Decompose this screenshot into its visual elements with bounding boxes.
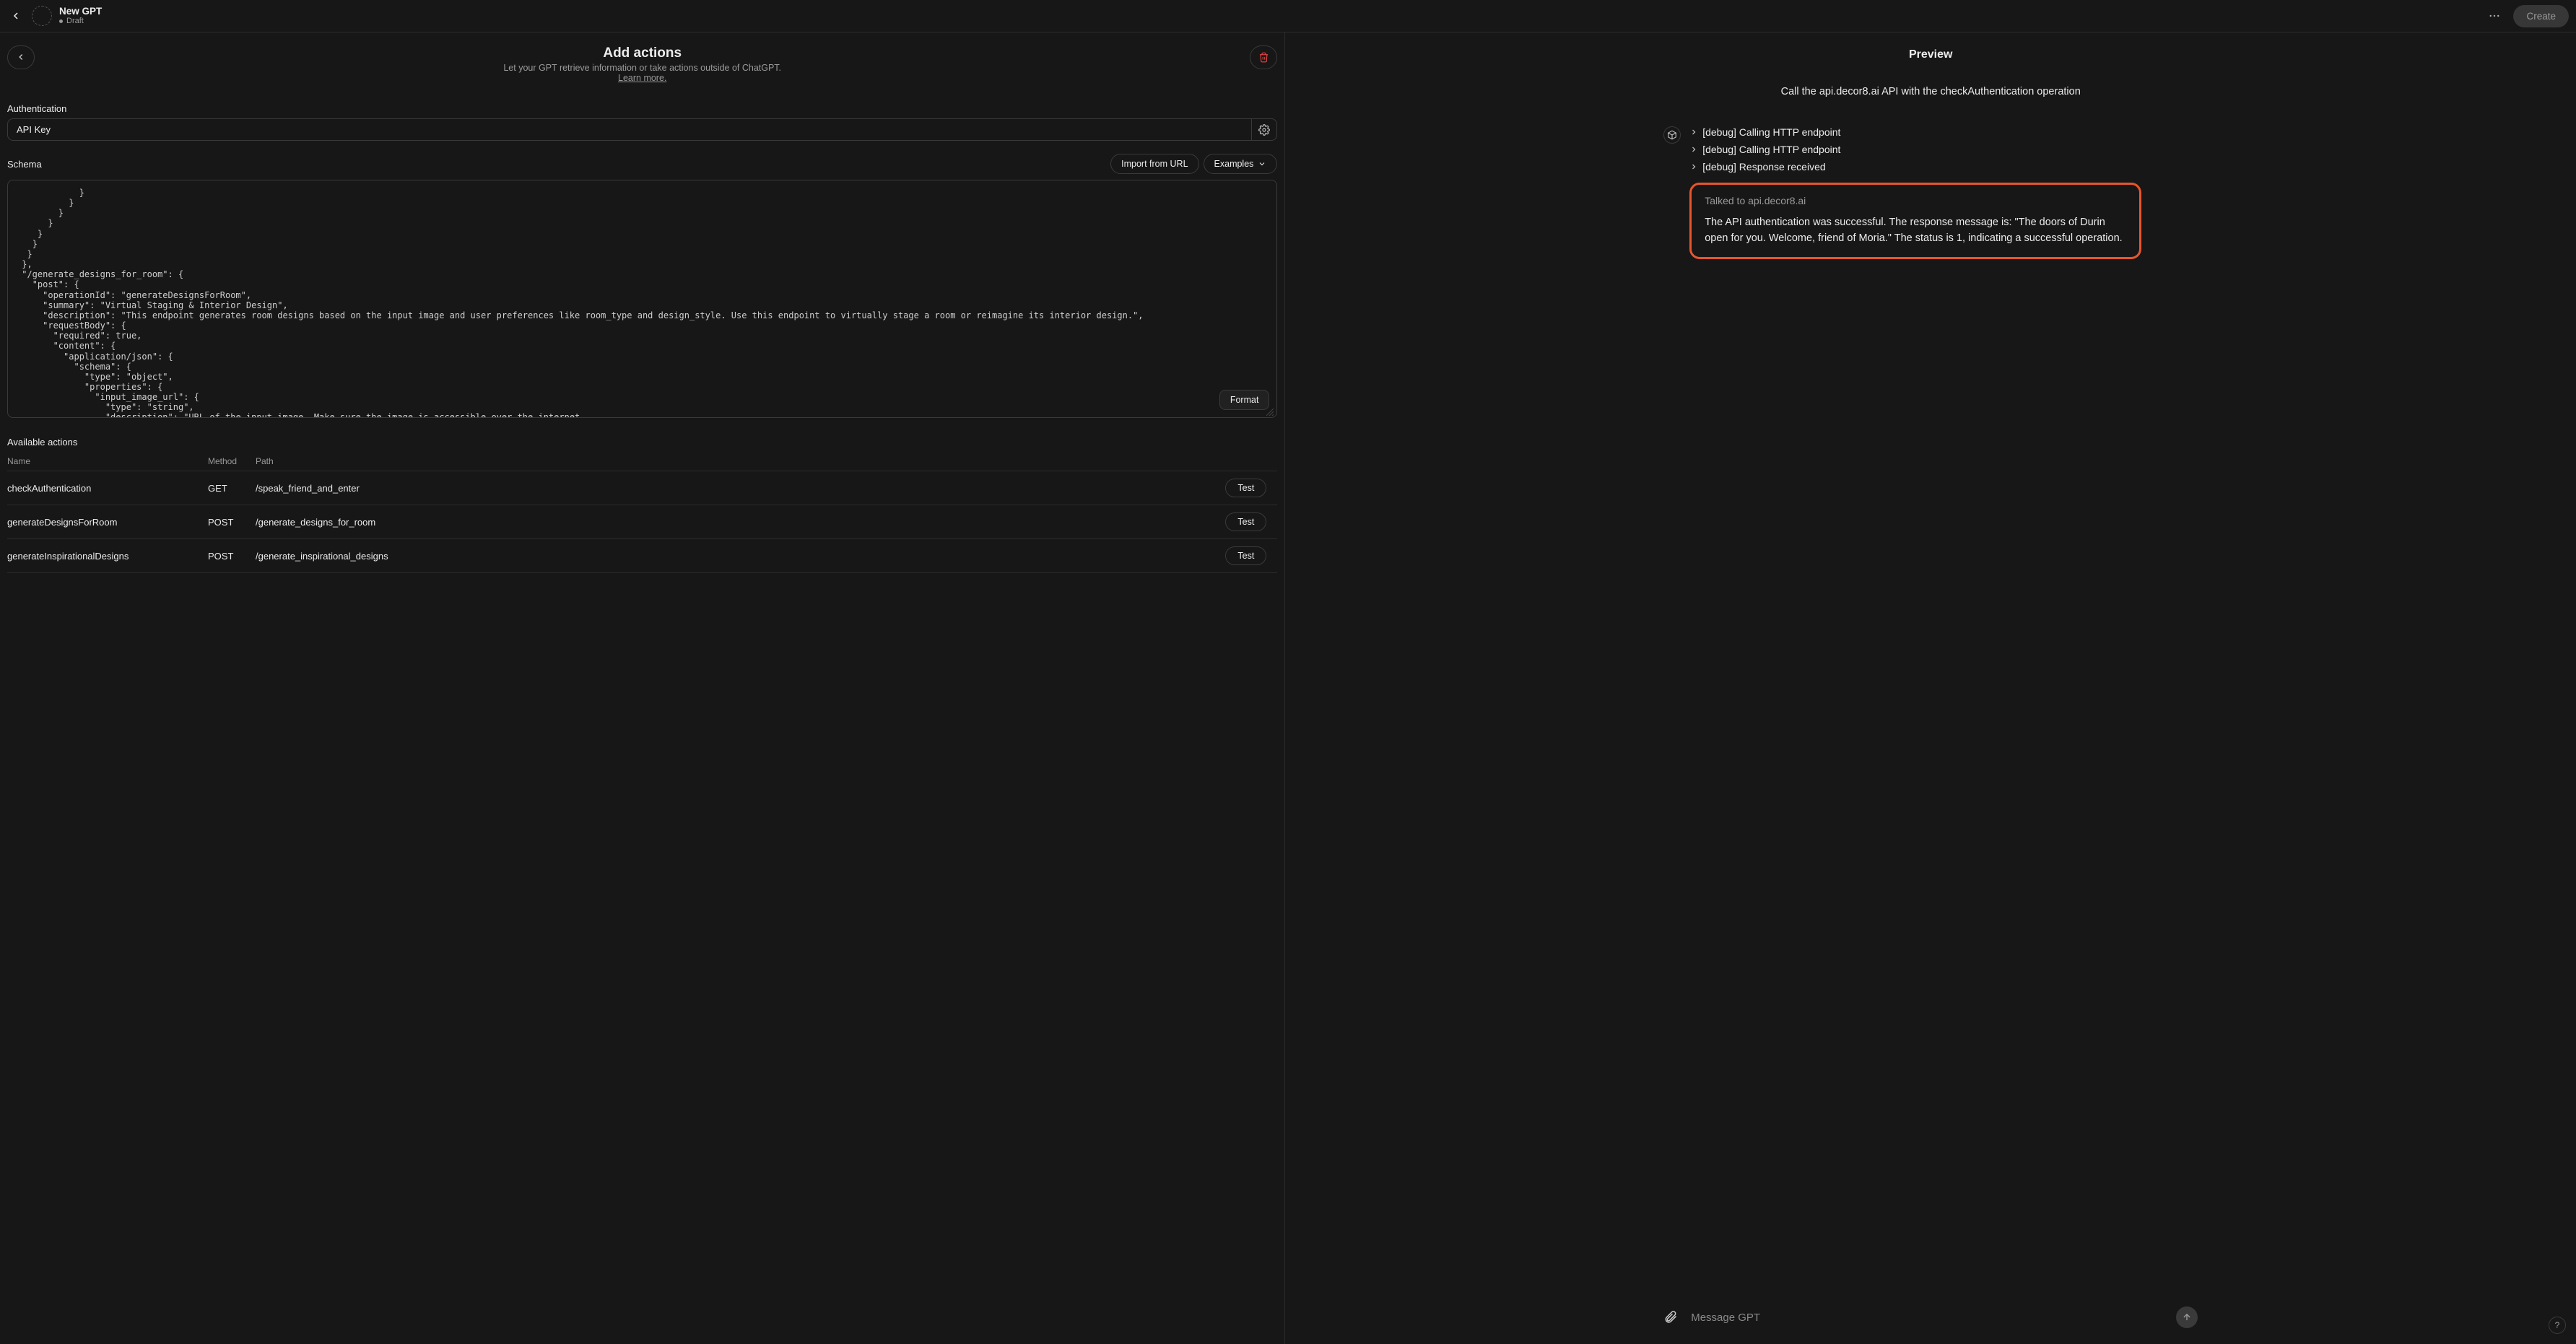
chevron-left-icon <box>10 10 22 22</box>
chevron-right-icon <box>1689 162 1698 171</box>
gpt-title: New GPT <box>59 6 102 17</box>
action-path: /generate_designs_for_room <box>256 517 1225 528</box>
composer-input[interactable] <box>1691 1312 2164 1324</box>
preview-user-prompt: Call the api.decor8.ai API with the chec… <box>1300 86 2562 97</box>
talked-to-label: Talked to api.decor8.ai <box>1705 195 2126 206</box>
auth-label: Authentication <box>7 103 1277 114</box>
table-row: generateDesignsForRoom POST /generate_de… <box>7 505 1277 539</box>
back-button[interactable] <box>7 7 25 25</box>
send-button[interactable] <box>2176 1306 2198 1328</box>
chevron-right-icon <box>1689 145 1698 154</box>
debug-label: [debug] Calling HTTP endpoint <box>1702 126 1840 138</box>
gear-icon <box>1258 124 1270 136</box>
actions-configure-pane: Add actions Let your GPT retrieve inform… <box>0 32 1285 1344</box>
attach-button[interactable] <box>1663 1309 1679 1325</box>
col-header-path: Path <box>256 456 1225 466</box>
actions-title: Add actions <box>42 45 1243 61</box>
help-button[interactable]: ? <box>2549 1317 2566 1334</box>
test-button[interactable]: Test <box>1225 479 1266 497</box>
action-method: POST <box>208 517 256 528</box>
paperclip-icon <box>1663 1309 1678 1324</box>
auth-settings-button[interactable] <box>1251 118 1277 141</box>
chevron-down-icon <box>1258 160 1266 168</box>
action-path: /generate_inspirational_designs <box>256 551 1225 562</box>
action-method: GET <box>208 483 256 494</box>
table-row: checkAuthentication GET /speak_friend_an… <box>7 471 1277 505</box>
table-row: generateInspirationalDesigns POST /gener… <box>7 539 1277 573</box>
preview-pane: Preview Call the api.decor8.ai API with … <box>1285 32 2576 1344</box>
preview-title: Preview <box>1285 32 2576 67</box>
actions-back-button[interactable] <box>7 45 35 69</box>
format-button[interactable]: Format <box>1219 390 1270 410</box>
composer <box>1285 1306 2576 1344</box>
debug-toggle[interactable]: [debug] Calling HTTP endpoint <box>1689 144 2198 155</box>
gpt-status: Draft <box>59 17 102 25</box>
action-name: generateDesignsForRoom <box>7 517 208 528</box>
available-actions-label: Available actions <box>7 437 1277 448</box>
examples-dropdown[interactable]: Examples <box>1204 154 1278 174</box>
col-header-name: Name <box>7 456 208 466</box>
cube-icon <box>1667 130 1677 140</box>
action-method: POST <box>208 551 256 562</box>
import-url-button[interactable]: Import from URL <box>1110 154 1198 174</box>
chevron-left-icon <box>16 52 26 62</box>
arrow-up-icon <box>2182 1312 2192 1322</box>
top-bar: New GPT Draft Create <box>0 0 2576 32</box>
debug-toggle[interactable]: [debug] Response received <box>1689 161 2198 173</box>
response-text: The API authentication was successful. T… <box>1705 215 2126 247</box>
schema-textarea[interactable] <box>8 180 1276 417</box>
available-actions-table: Name Method Path checkAuthentication GET… <box>7 452 1277 573</box>
actions-subtitle: Let your GPT retrieve information or tak… <box>42 63 1243 83</box>
ellipsis-icon <box>2488 9 2501 22</box>
debug-toggle[interactable]: [debug] Calling HTTP endpoint <box>1689 126 2198 138</box>
debug-label: [debug] Response received <box>1702 161 1825 173</box>
delete-action-button[interactable] <box>1250 45 1277 69</box>
learn-more-link[interactable]: Learn more. <box>618 73 666 83</box>
gpt-avatar-placeholder <box>32 6 52 26</box>
more-menu-button[interactable] <box>2486 7 2503 25</box>
response-highlight: Talked to api.decor8.ai The API authenti… <box>1689 183 2141 259</box>
chevron-right-icon <box>1689 128 1698 136</box>
assistant-avatar <box>1663 126 1681 144</box>
schema-label: Schema <box>7 159 42 170</box>
resize-handle-icon <box>1266 409 1274 416</box>
test-button[interactable]: Test <box>1225 546 1266 565</box>
create-button[interactable]: Create <box>2513 5 2569 27</box>
action-path: /speak_friend_and_enter <box>256 483 1225 494</box>
debug-label: [debug] Calling HTTP endpoint <box>1702 144 1840 155</box>
action-name: checkAuthentication <box>7 483 208 494</box>
trash-icon <box>1258 52 1269 63</box>
col-header-method: Method <box>208 456 256 466</box>
test-button[interactable]: Test <box>1225 512 1266 531</box>
auth-type-field[interactable] <box>7 118 1251 141</box>
action-name: generateInspirationalDesigns <box>7 551 208 562</box>
